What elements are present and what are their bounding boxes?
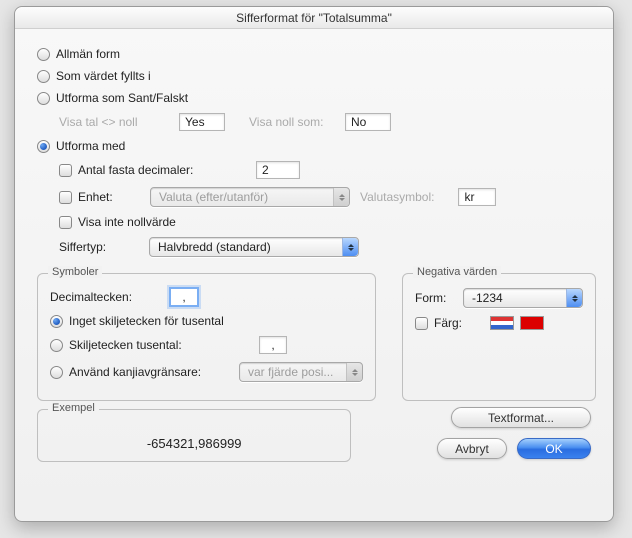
skiljetecken-tusental-label: Skiljetecken tusental: bbox=[69, 338, 259, 352]
neg-farg-label: Färg: bbox=[434, 316, 472, 330]
valutasymbol-label: Valutasymbol: bbox=[360, 190, 434, 204]
inget-tusental-label: Inget skiljetecken för tusental bbox=[69, 314, 224, 328]
color-swatch-red[interactable] bbox=[520, 316, 544, 330]
checkbox-visa-inte-noll[interactable] bbox=[59, 216, 72, 229]
siffertyp-popup[interactable]: Halvbredd (standard) bbox=[149, 237, 359, 257]
dialog-title: Sifferformat för "Totalsumma" bbox=[15, 7, 613, 29]
negativa-group: Negativa värden Form: -1234 Färg: bbox=[402, 273, 596, 401]
kanji-label: Använd kanjiavgränsare: bbox=[69, 365, 239, 379]
radio-inget-tusental[interactable] bbox=[50, 315, 63, 328]
neg-form-popup-value: -1234 bbox=[472, 291, 503, 305]
exempel-group: Exempel -654321,986999 bbox=[37, 409, 351, 462]
checkbox-antal-decimaler[interactable] bbox=[59, 164, 72, 177]
radio-skiljetecken-tusental[interactable] bbox=[50, 339, 63, 352]
exempel-legend: Exempel bbox=[48, 402, 99, 414]
visa-noll-som-field[interactable]: No bbox=[345, 113, 391, 131]
siffertyp-label: Siffertyp: bbox=[59, 240, 149, 254]
decimaltecken-field[interactable]: , bbox=[170, 288, 198, 306]
radio-allman-label: Allmän form bbox=[56, 47, 120, 61]
symboler-group: Symboler Decimaltecken: , Inget skiljete… bbox=[37, 273, 376, 401]
kanji-popup[interactable]: var fjärde posi... bbox=[239, 362, 363, 382]
checkbox-enhet[interactable] bbox=[59, 191, 72, 204]
radio-sant-falskt[interactable] bbox=[37, 92, 50, 105]
enhet-popup[interactable]: Valuta (efter/utanför) bbox=[150, 187, 350, 207]
decimaltecken-label: Decimaltecken: bbox=[50, 290, 170, 304]
visa-inte-noll-label: Visa inte nollvärde bbox=[78, 215, 176, 229]
enhet-popup-value: Valuta (efter/utanför) bbox=[159, 190, 268, 204]
radio-som-vardet[interactable] bbox=[37, 70, 50, 83]
antal-decimaler-field[interactable]: 2 bbox=[256, 161, 300, 179]
kanji-popup-value: var fjärde posi... bbox=[248, 365, 333, 379]
ok-button[interactable]: OK bbox=[517, 438, 591, 459]
valutasymbol-field[interactable]: kr bbox=[458, 188, 496, 206]
exempel-value: -654321,986999 bbox=[50, 424, 338, 455]
antal-decimaler-label: Antal fasta decimaler: bbox=[78, 163, 256, 177]
radio-allman-form[interactable] bbox=[37, 48, 50, 61]
radio-som-vardet-label: Som värdet fyllts i bbox=[56, 69, 151, 83]
siffertyp-popup-value: Halvbredd (standard) bbox=[158, 240, 271, 254]
color-swatch-flag[interactable] bbox=[490, 316, 514, 330]
checkbox-neg-farg[interactable] bbox=[415, 317, 428, 330]
visa-tal-ej-noll-field[interactable]: Yes bbox=[179, 113, 225, 131]
radio-kanji[interactable] bbox=[50, 366, 63, 379]
textformat-button[interactable]: Textformat... bbox=[451, 407, 591, 428]
symboler-legend: Symboler bbox=[48, 266, 102, 278]
visa-tal-ej-noll-label: Visa tal <> noll bbox=[59, 115, 179, 129]
radio-utforma-med-label: Utforma med bbox=[56, 139, 125, 153]
negativa-legend: Negativa värden bbox=[413, 266, 501, 278]
skiljetecken-tusental-field[interactable]: , bbox=[259, 336, 287, 354]
neg-form-popup[interactable]: -1234 bbox=[463, 288, 583, 308]
visa-noll-som-label: Visa noll som: bbox=[249, 115, 345, 129]
neg-form-label: Form: bbox=[415, 291, 463, 305]
enhet-label: Enhet: bbox=[78, 190, 150, 204]
avbryt-button[interactable]: Avbryt bbox=[437, 438, 507, 459]
dialog-window: Sifferformat för "Totalsumma" Allmän for… bbox=[14, 6, 614, 522]
radio-utforma-med[interactable] bbox=[37, 140, 50, 153]
radio-sant-falskt-label: Utforma som Sant/Falskt bbox=[56, 91, 188, 105]
